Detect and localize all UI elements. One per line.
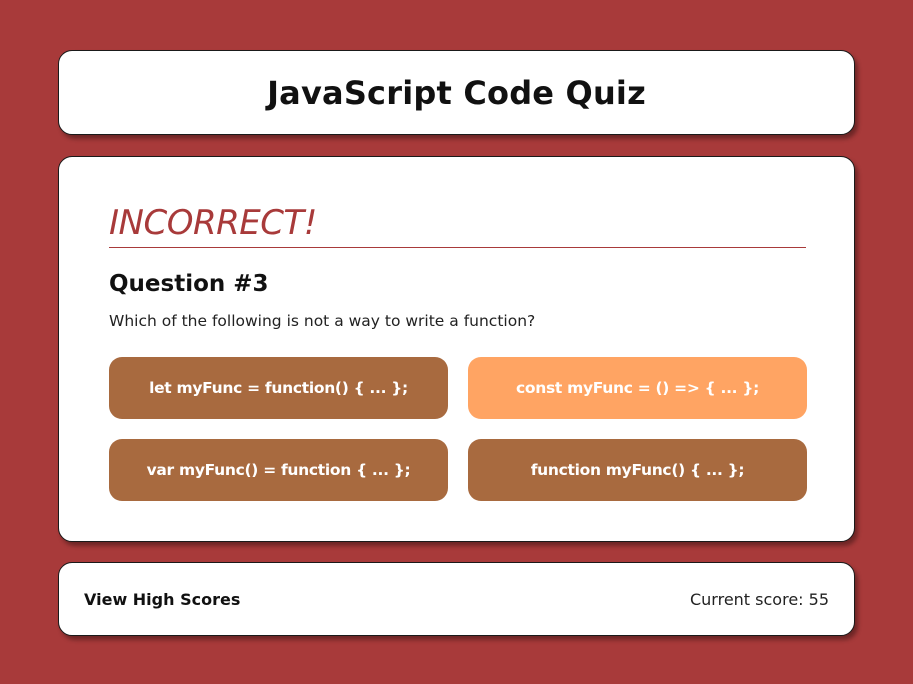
quiz-card: INCORRECT! Question #3 Which of the foll… <box>58 156 855 542</box>
current-score: Current score: 55 <box>689 589 829 609</box>
answer-grid: let myFunc = function() { ... }; const m… <box>109 357 807 501</box>
answer-button-3[interactable]: var myFunc() = function { ... }; <box>109 439 448 501</box>
header-card: JavaScript Code Quiz <box>58 50 855 135</box>
question-number: Question #3 <box>109 271 269 297</box>
answer-button-2[interactable]: const myFunc = () => { ... }; <box>468 357 807 419</box>
question-text: Which of the following is not a way to w… <box>109 312 536 330</box>
view-high-scores-link[interactable]: View High Scores <box>84 590 240 609</box>
answer-button-1[interactable]: let myFunc = function() { ... }; <box>109 357 448 419</box>
footer-card: View High Scores Current score: 55 <box>58 562 855 636</box>
answer-feedback: INCORRECT! <box>109 201 806 248</box>
answer-button-4[interactable]: function myFunc() { ... }; <box>468 439 807 501</box>
page-title: JavaScript Code Quiz <box>267 73 646 112</box>
